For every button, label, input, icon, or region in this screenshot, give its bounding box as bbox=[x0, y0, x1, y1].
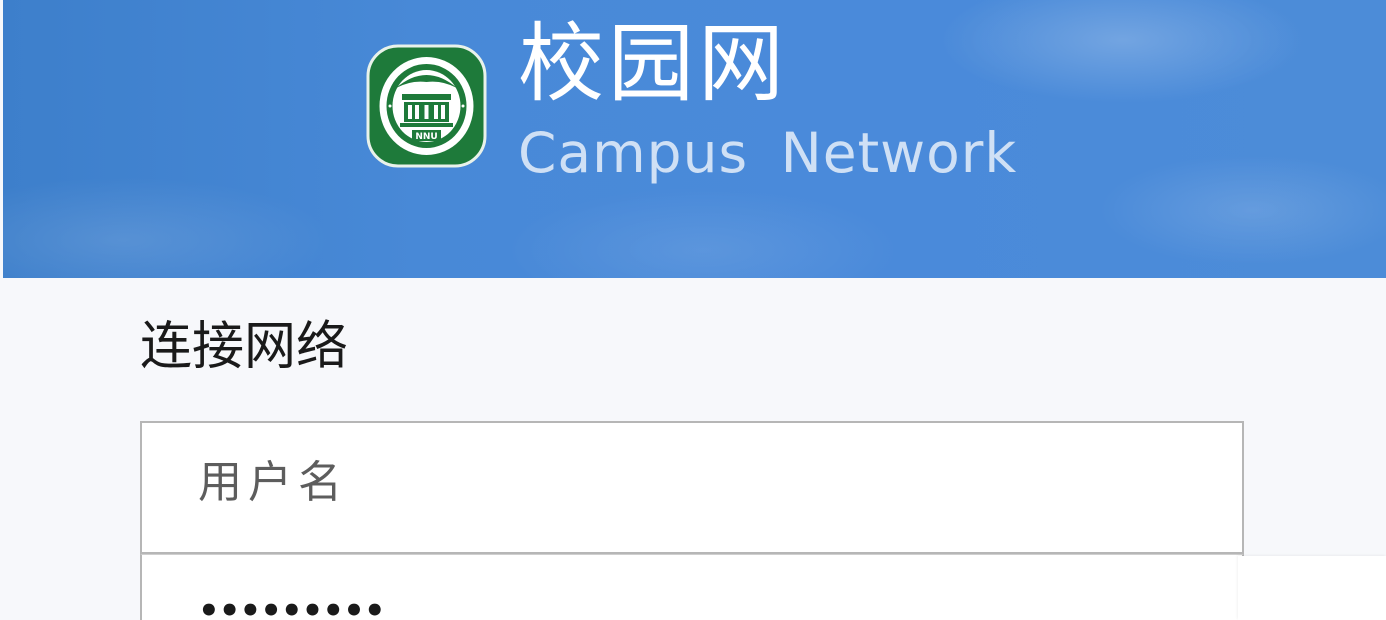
username-placeholder: 用户名 bbox=[198, 457, 348, 508]
app-title-english: Campus Network bbox=[518, 121, 1018, 185]
form-title: 连接网络 bbox=[140, 317, 349, 377]
login-page: NNU 校园网 Campus Network 连接网络 用户名 ••••••••… bbox=[0, 0, 1386, 620]
app-title-chinese: 校园网 bbox=[518, 14, 788, 114]
seal-text: NNU bbox=[415, 132, 437, 142]
university-seal-icon: NNU bbox=[366, 44, 487, 168]
password-masked-value: ••••••••• bbox=[198, 591, 386, 620]
side-panel bbox=[1238, 556, 1386, 620]
password-field[interactable]: ••••••••• bbox=[140, 554, 1244, 620]
username-field[interactable]: 用户名 bbox=[140, 421, 1244, 554]
